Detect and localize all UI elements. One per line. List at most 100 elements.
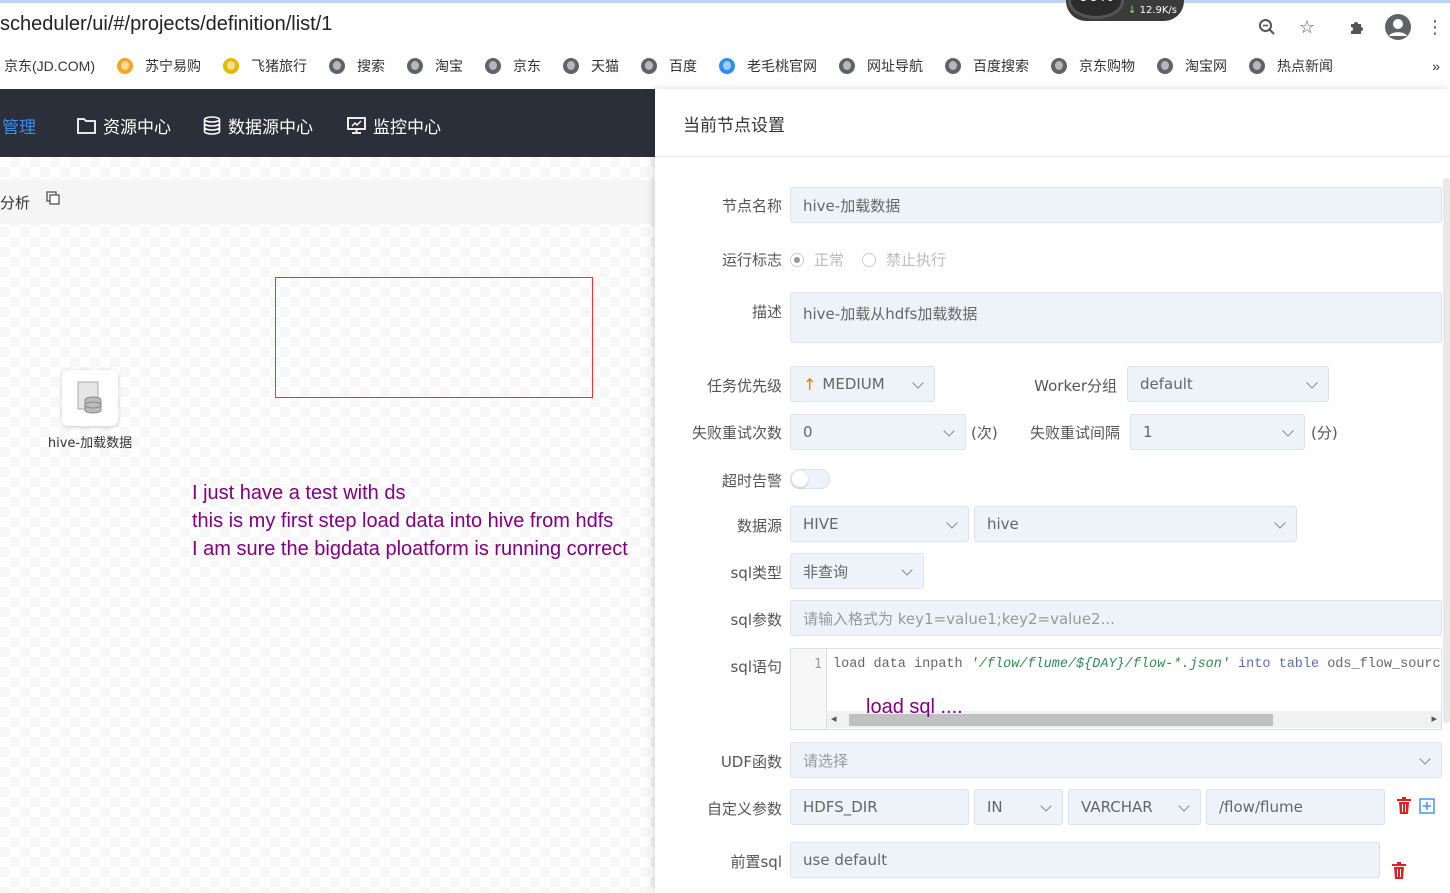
bookmark-item[interactable]: 搜索 <box>329 56 385 76</box>
datasource-name-select[interactable]: hive <box>974 506 1297 542</box>
annotation-line-2: this is my first step load data into hiv… <box>192 510 614 532</box>
arrow-up-icon: ↑ <box>803 374 817 394</box>
sql-code-line[interactable]: load data inpath '/flow/flume/${DAY}/flo… <box>833 657 1441 672</box>
scroll-right-icon[interactable]: ▸ <box>1431 712 1437 725</box>
bookmark-item[interactable]: 淘宝网 <box>1157 56 1227 76</box>
bookmark-star-icon[interactable]: ☆ <box>1296 16 1318 38</box>
bookmark-item[interactable]: 京东购物 <box>1051 56 1135 76</box>
chevron-down-icon <box>1306 377 1318 389</box>
delete-param-trash-icon[interactable] <box>1396 797 1412 819</box>
globe-icon <box>641 58 657 74</box>
priority-label: 任务优先级 <box>706 377 782 395</box>
bookmark-label: 老毛桃官网 <box>747 58 817 74</box>
sql-params-input[interactable]: 请输入格式为 key1=value1;key2=value2... <box>790 600 1442 636</box>
code-table: ods_flow_source <box>1327 657 1441 672</box>
dag-node-label: hive-加载数据 <box>47 436 133 451</box>
worker-group-select[interactable]: default <box>1127 366 1329 402</box>
panel-divider <box>655 156 1450 157</box>
bookmark-label: 天猫 <box>591 58 619 74</box>
copy-icon[interactable] <box>46 190 60 209</box>
priority-select[interactable]: ↑ MEDIUM <box>790 366 935 402</box>
panel-scrollbar[interactable] <box>1443 178 1450 723</box>
timeout-alarm-toggle[interactable] <box>790 469 830 489</box>
bookmark-label: 京东 <box>513 58 541 74</box>
bookmark-label: 京东购物 <box>1079 58 1135 74</box>
retry-times-select[interactable]: 0 <box>790 414 966 450</box>
bookmark-item[interactable]: 淘宝 <box>407 56 463 76</box>
run-normal-text: 正常 <box>814 251 845 269</box>
address-bar[interactable]: scheduler/ui/#/projects/definition/list/… <box>0 13 332 36</box>
scroll-left-icon[interactable]: ◂ <box>831 712 837 725</box>
chevron-down-icon <box>1274 517 1286 529</box>
custom-param-type-select[interactable]: VARCHAR <box>1068 789 1201 825</box>
nav-manage[interactable]: 管理 <box>2 113 36 138</box>
bookmark-item[interactable]: 百度搜索 <box>945 56 1029 76</box>
nav-resource-center[interactable]: 资源中心 <box>77 113 171 138</box>
code-keyword: into table <box>1229 657 1328 672</box>
globe-icon <box>839 58 855 74</box>
bookmark-item[interactable]: 老毛桃官网 <box>719 56 817 76</box>
chevron-down-icon <box>901 564 913 576</box>
custom-params-label: 自定义参数 <box>706 800 782 818</box>
kebab-menu-icon[interactable]: ⋮ <box>1426 16 1444 38</box>
bookmark-item[interactable]: 京东 <box>485 56 541 76</box>
custom-param-direct-select[interactable]: IN <box>974 789 1063 825</box>
bookmark-label: 搜索 <box>357 58 385 74</box>
datasource-name-value: hive <box>987 515 1019 533</box>
bookmark-label: 百度搜索 <box>973 58 1029 74</box>
run-flag-label: 运行标志 <box>721 251 782 269</box>
udf-select[interactable]: 请选择 <box>790 742 1442 778</box>
dag-node-hive[interactable] <box>62 370 118 426</box>
retry-interval-value: 1 <box>1143 423 1153 441</box>
run-flag-forbidden-radio[interactable]: 禁止执行 <box>862 249 946 270</box>
extensions-icon[interactable] <box>1346 16 1368 38</box>
bookmark-item[interactable]: 天猫 <box>563 56 619 76</box>
globe-icon <box>329 58 345 74</box>
bookmark-item[interactable]: 苏宁易购 <box>117 56 201 76</box>
bookmark-item[interactable]: 网址导航 <box>839 56 923 76</box>
bookmark-label: 飞猪旅行 <box>251 58 307 74</box>
fliggy-icon <box>223 58 239 74</box>
pre-sql-input[interactable]: use default <box>790 842 1380 878</box>
description-label: 描述 <box>751 303 782 321</box>
bookmark-label: 淘宝网 <box>1185 58 1227 74</box>
timeout-alarm-label: 超时告警 <box>721 472 782 490</box>
bookmark-item[interactable]: 京东(JD.COM) <box>4 56 95 76</box>
nav-manage-label: 管理 <box>2 118 36 138</box>
chevron-down-icon <box>943 425 955 437</box>
run-forbidden-text: 禁止执行 <box>886 251 947 269</box>
chevron-down-icon <box>1419 753 1431 765</box>
custom-param-value-input[interactable]: /flow/flume <box>1206 789 1385 825</box>
run-flag-normal-radio[interactable]: 正常 <box>790 249 844 270</box>
sql-statement-label: sql语句 <box>730 658 782 676</box>
retry-interval-unit: (分) <box>1311 424 1338 442</box>
nav-monitor-center[interactable]: 监控中心 <box>347 113 441 138</box>
bookmark-item[interactable]: 飞猪旅行 <box>223 56 307 76</box>
datasource-type-select[interactable]: HIVE <box>790 506 969 542</box>
bookmark-item[interactable]: 百度 <box>641 56 697 76</box>
annotation-line-3: I am sure the bigdata ploatform is runni… <box>192 538 628 560</box>
custom-param-prop-input[interactable]: HDFS_DIR <box>790 789 969 825</box>
sql-type-select[interactable]: 非查询 <box>790 553 924 589</box>
code-string: '/flow/flume/${DAY}/flow-*.json' <box>970 657 1230 672</box>
bookmark-label: 苏宁易购 <box>145 58 201 74</box>
delete-pre-sql-trash-icon[interactable] <box>1391 862 1407 884</box>
bookmark-item[interactable]: 热点新闻 <box>1249 56 1333 76</box>
udf-label: UDF函数 <box>720 753 782 771</box>
nav-datasource-center[interactable]: 数据源中心 <box>203 113 313 138</box>
add-param-plus-icon[interactable] <box>1419 798 1435 818</box>
speed-percent: 00% <box>1068 0 1124 19</box>
toolbar-analysis-label: 分析 <box>0 194 31 212</box>
sql-type-value: 非查询 <box>803 562 849 581</box>
bookmarks-bar: 京东(JD.COM) 苏宁易购 飞猪旅行 搜索 淘宝 京东 天猫 百度 老毛桃官网 网址导航 百度搜… <box>0 46 1450 86</box>
sql-annotation: load sql .... <box>866 696 963 718</box>
profile-avatar-icon[interactable] <box>1384 13 1412 41</box>
retry-times-value: 0 <box>803 423 813 441</box>
bookmarks-overflow-chevron[interactable]: » <box>1432 58 1440 74</box>
speed-rate: ↓ 12.9K/s <box>1128 5 1177 16</box>
node-name-input[interactable]: hive-加载数据 <box>790 187 1442 223</box>
chevron-down-icon <box>1040 800 1052 812</box>
description-textarea[interactable]: hive-加载从hdfs加载数据 <box>790 292 1442 343</box>
zoom-icon[interactable] <box>1256 16 1278 38</box>
retry-interval-select[interactable]: 1 <box>1130 414 1305 450</box>
